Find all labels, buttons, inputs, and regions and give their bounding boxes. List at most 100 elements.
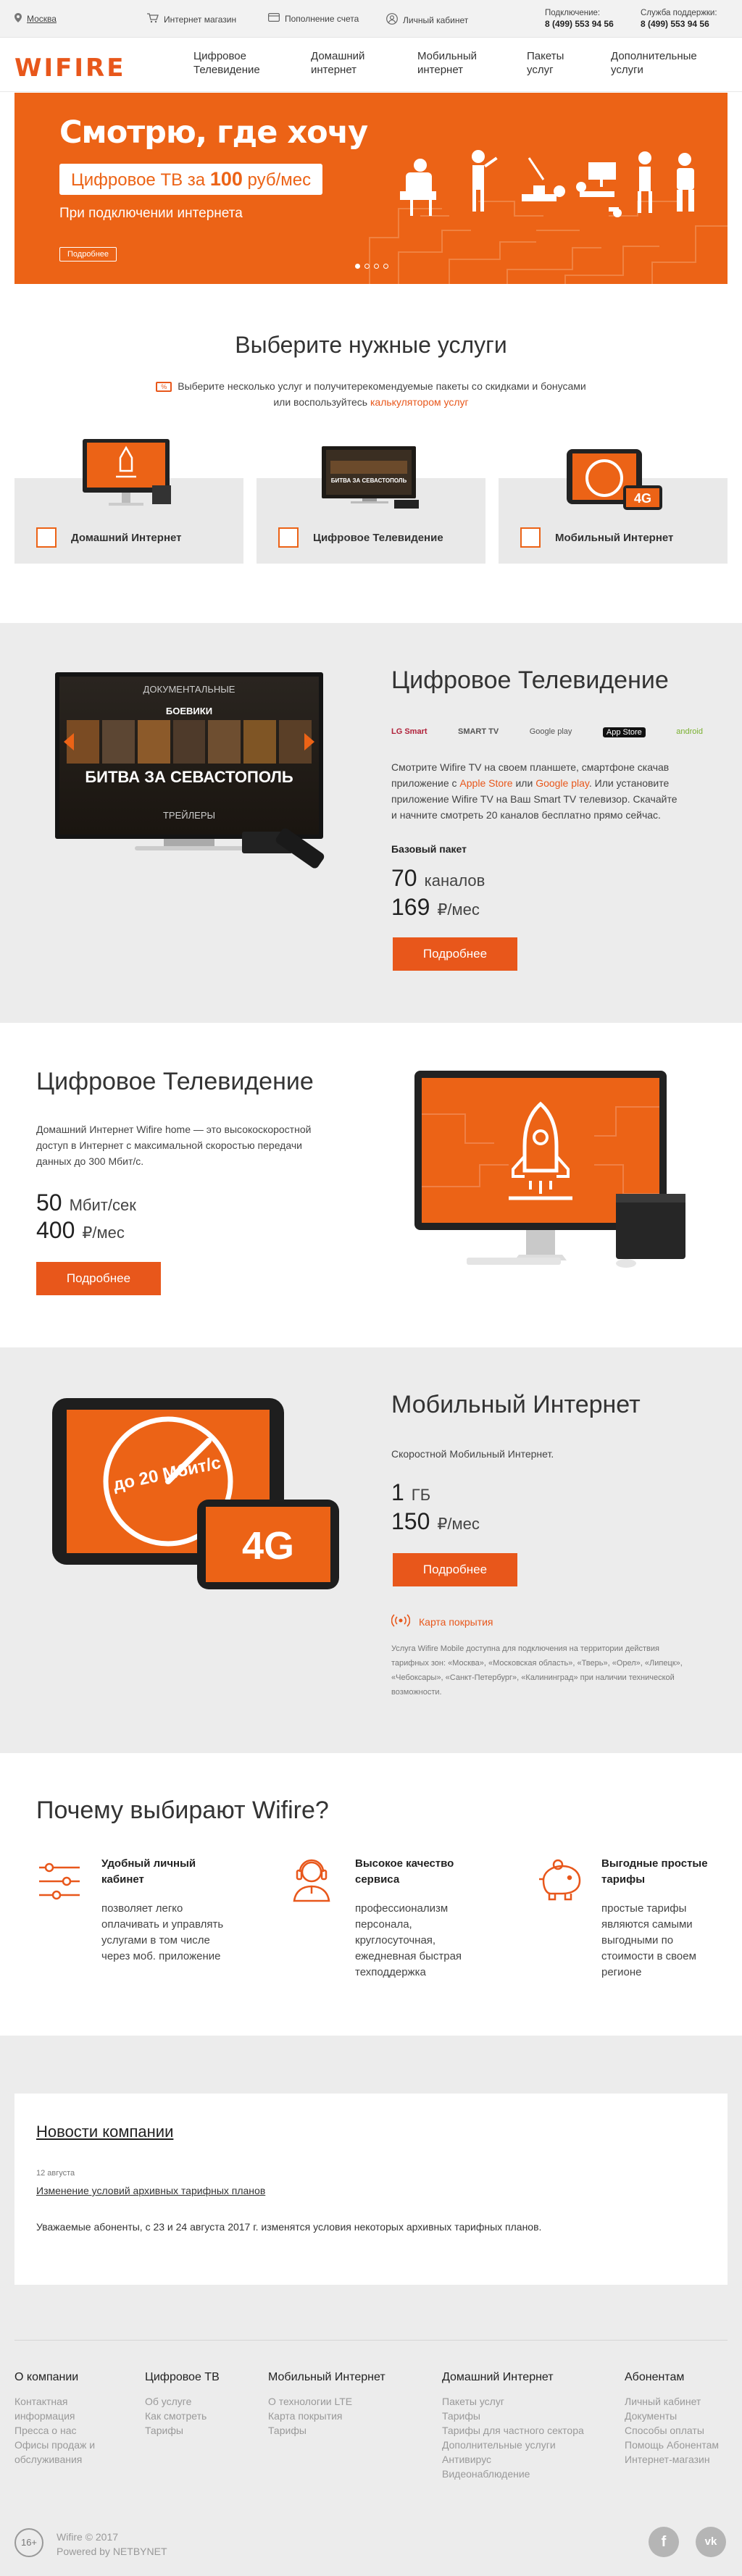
tv-more-button[interactable]: Подробнее bbox=[393, 937, 517, 971]
services-title: Выберите нужные услуги bbox=[235, 332, 507, 358]
service-checkbox[interactable] bbox=[278, 527, 299, 548]
poster[interactable] bbox=[137, 720, 170, 764]
lte-badge: 4G bbox=[242, 1524, 294, 1568]
tv-description: Смотрите Wifire TV на своем планшете, см… bbox=[391, 759, 677, 823]
footer-link[interactable]: Контактная bbox=[14, 2394, 95, 2409]
tv-stand-base bbox=[135, 846, 243, 850]
hero-title: Смотрю, где хочу bbox=[59, 114, 368, 151]
service-checkbox[interactable] bbox=[520, 527, 541, 548]
cart-icon bbox=[147, 13, 159, 25]
footer-link[interactable]: Об услуге bbox=[145, 2394, 207, 2409]
footer-link[interactable]: Тарифы bbox=[442, 2409, 584, 2423]
coverage-map-label[interactable]: Карта покрытия bbox=[419, 1616, 493, 1628]
city-selector[interactable]: Москва bbox=[14, 13, 57, 25]
why-item-text: профессионализм персонала, круглосуточная,… bbox=[355, 1901, 462, 1981]
nav-item-line: Пакеты bbox=[527, 50, 564, 62]
footer-link[interactable]: Антивирус bbox=[442, 2452, 584, 2467]
slider-dot[interactable] bbox=[355, 264, 360, 269]
shop-link[interactable]: Интернет магазин bbox=[147, 13, 236, 25]
footer-link[interactable]: Личный кабинет bbox=[625, 2394, 719, 2409]
logo[interactable]: WIFIRE bbox=[14, 54, 125, 83]
why-text-line: оплачивать и управлять bbox=[101, 1918, 224, 1931]
footer-link[interactable]: Видеонаблюдение bbox=[442, 2467, 584, 2481]
footer-link[interactable]: Способы оплаты bbox=[625, 2423, 719, 2438]
hero-subtitle: При подключении интернета bbox=[59, 206, 243, 221]
poster[interactable] bbox=[208, 720, 241, 764]
hero-more-button[interactable]: Подробнее bbox=[59, 247, 117, 262]
calculator-link[interactable]: калькулятором услуг bbox=[370, 396, 469, 408]
footer-link[interactable]: обслуживания bbox=[14, 2452, 95, 2467]
footer-link[interactable]: Документы bbox=[625, 2409, 719, 2423]
tv-arrow-left-icon[interactable] bbox=[64, 733, 74, 750]
tv-genre-action: БОЕВИКИ bbox=[165, 706, 213, 716]
tv-channels-value: 70 bbox=[391, 865, 417, 891]
facebook-icon[interactable]: f bbox=[649, 2527, 679, 2557]
footer-link[interactable]: Помощь Абонентам bbox=[625, 2438, 719, 2452]
why-text-line: персонала, bbox=[355, 1918, 412, 1931]
tv-desc-text: приложение с bbox=[391, 777, 460, 789]
why-text-line: простые тарифы bbox=[601, 1902, 687, 1915]
news-link[interactable]: Изменение условий архивных тарифных план… bbox=[36, 2185, 265, 2196]
footer-col-title: О компании bbox=[14, 2371, 79, 2383]
tv-arrow-right-icon[interactable] bbox=[304, 733, 314, 750]
card-4g-label: 4G bbox=[634, 491, 651, 506]
service-checkbox[interactable] bbox=[36, 527, 57, 548]
nav-item-tv[interactable]: Цифровое Телевидение bbox=[193, 49, 260, 77]
tv-desc-line: Смотрите Wifire TV на своем планшете, см… bbox=[391, 761, 670, 773]
mobile-more-button[interactable]: Подробнее bbox=[393, 1553, 517, 1586]
poster[interactable] bbox=[101, 720, 135, 764]
footer-link[interactable]: Тарифы bbox=[145, 2423, 207, 2438]
footer-link[interactable]: Как смотреть bbox=[145, 2409, 207, 2423]
footer-link[interactable]: Интернет-магазин bbox=[625, 2452, 719, 2467]
apple-store-link[interactable]: Apple Store bbox=[459, 777, 512, 789]
footer-link[interactable]: Дополнительные услуги bbox=[442, 2438, 584, 2452]
poster[interactable] bbox=[243, 720, 277, 764]
nav-item-line: Цифровое bbox=[193, 50, 246, 62]
why-text-line: круглосуточная, bbox=[355, 1934, 436, 1946]
internet-more-button[interactable]: Подробнее bbox=[36, 1262, 161, 1295]
footer-link[interactable]: О технологии LTE bbox=[268, 2394, 352, 2409]
shop-link-label[interactable]: Интернет магазин bbox=[164, 14, 236, 25]
footer-link[interactable]: Тарифы bbox=[268, 2423, 352, 2438]
powered-by[interactable]: Powered by NETBYNET bbox=[57, 2544, 167, 2559]
nav-item-home-internet[interactable]: Домашний интернет bbox=[311, 49, 364, 77]
tv-genre-trailers: ТРЕЙЛЕРЫ bbox=[162, 810, 215, 821]
news-title[interactable]: Новости компании bbox=[36, 2123, 173, 2141]
piggy-bank-icon bbox=[539, 1859, 581, 1901]
wallet-icon bbox=[268, 13, 280, 24]
coverage-map-link[interactable]: Карта покрытия bbox=[391, 1614, 493, 1629]
city-label[interactable]: Москва bbox=[27, 14, 57, 24]
mobile-legal-note: Услуга Wifire Mobile доступна для подклю… bbox=[391, 1642, 683, 1699]
tv-card-movie-title: БИТВА ЗА СЕВАСТОПОЛЬ bbox=[331, 477, 407, 484]
hero-banner[interactable]: Смотрю, где хочу Цифровое ТВ за 100 руб/… bbox=[14, 93, 728, 284]
topup-link-label[interactable]: Пополнение счета bbox=[285, 14, 359, 24]
nav-item-packages[interactable]: Пакеты услуг bbox=[527, 49, 564, 77]
cabinet-link-label[interactable]: Личный кабинет bbox=[403, 15, 468, 25]
slider-dot[interactable] bbox=[383, 264, 388, 269]
footer-col-title: Абонентам bbox=[625, 2371, 685, 2383]
slider-dot[interactable] bbox=[364, 264, 370, 269]
tv-package-label: Базовый пакет bbox=[391, 843, 467, 855]
footer-col-links: Личный кабинет Документы Способы оплаты Пом… bbox=[625, 2394, 719, 2467]
slider-dot[interactable] bbox=[374, 264, 379, 269]
antenna-icon bbox=[391, 1614, 411, 1629]
cabinet-link[interactable]: Личный кабинет bbox=[386, 13, 468, 27]
poster[interactable] bbox=[172, 720, 206, 764]
footer-link[interactable]: информация bbox=[14, 2409, 95, 2423]
connect-phone[interactable]: 8 (499) 553 94 56 bbox=[545, 19, 614, 29]
footer-link[interactable]: Офисы продаж и bbox=[14, 2438, 95, 2452]
platform-logos: LG Smart SMART TV Google play App Store … bbox=[391, 727, 703, 737]
support-phone[interactable]: 8 (499) 553 94 56 bbox=[641, 19, 709, 29]
internet-price-unit: ₽/мес bbox=[82, 1224, 125, 1242]
google-play-link[interactable]: Google play bbox=[535, 777, 589, 789]
vk-icon[interactable]: vk bbox=[696, 2527, 726, 2557]
footer-link[interactable]: Пакеты услуг bbox=[442, 2394, 584, 2409]
tv-screen-image: БИТВА ЗА СЕВАСТОПОЛЬ bbox=[322, 446, 419, 509]
internet-price: 400 ₽/мес bbox=[36, 1217, 125, 1244]
footer-link[interactable]: Пресса о нас bbox=[14, 2423, 95, 2438]
topup-link[interactable]: Пополнение счета bbox=[268, 13, 359, 24]
nav-item-mobile-internet[interactable]: Мобильный интернет bbox=[417, 49, 477, 77]
footer-link[interactable]: Карта покрытия bbox=[268, 2409, 352, 2423]
footer-link[interactable]: Тарифы для частного сектора bbox=[442, 2423, 584, 2438]
nav-item-extra-services[interactable]: Дополнительные услуги bbox=[611, 49, 697, 77]
